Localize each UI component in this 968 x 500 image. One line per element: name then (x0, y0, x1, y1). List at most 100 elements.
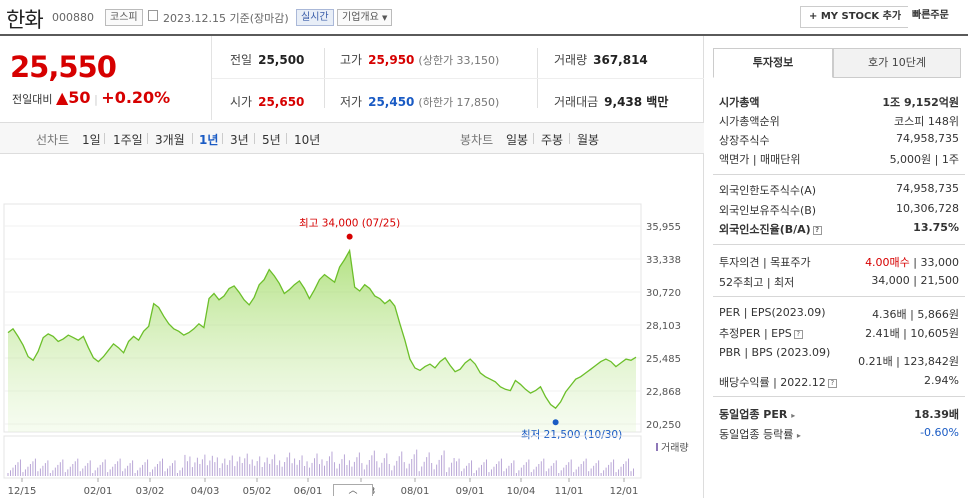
row-est-per: 추정PER | EPS? 2.41배 | 10,605원 (719, 327, 959, 340)
low-marker (552, 419, 559, 426)
y-tick-label: 30,720 (646, 288, 681, 299)
candle-weekly[interactable]: 주봉 (541, 131, 563, 148)
x-tick-label: 12/15 (8, 486, 37, 497)
chevron-right-icon[interactable]: ▸ (797, 431, 801, 440)
x-tick-label: 08/01 (401, 486, 430, 497)
separator (222, 133, 223, 144)
overview-label: 기업개요 (342, 12, 379, 23)
y-tick-label: 28,103 (646, 321, 681, 332)
stat-low: 저가 25,450 (하한가 17,850) (340, 95, 500, 109)
period-3y[interactable]: 3년 (230, 131, 249, 148)
company-overview-dropdown[interactable]: 기업개요 ▼ (337, 9, 393, 26)
period-1y[interactable]: 1년 (199, 131, 218, 148)
date-label: 2023.12.15 기준(장마감) (163, 12, 289, 25)
separator (147, 133, 148, 144)
row-dividend: 배당수익률 | 2022.12? 2.94% (719, 374, 959, 389)
high-annotation: 최고 34,000 (07/25) (299, 218, 400, 230)
chevron-right-icon[interactable]: ▸ (791, 411, 795, 420)
change-percent: +0.20% (101, 88, 171, 107)
stock-header: 한화 000880 코스피 2023.12.15 기준(장마감) 실시간 기업개… (0, 0, 968, 36)
y-tick-label: 22,868 (646, 387, 681, 398)
separator (192, 133, 193, 144)
separator (533, 133, 534, 144)
row-opinion: 투자의견 | 목표주가 4.00매수 | 33,000 (719, 256, 959, 269)
quick-order-button[interactable]: 빠른주문 (908, 6, 953, 28)
candle-chart-label: 봉차트 (460, 133, 494, 147)
row-foreign-ratio: 외국인소진율(B/A)? 13.75% (719, 221, 959, 236)
row-market-cap: 시가총액 1조 9,152억원 (719, 96, 959, 109)
candle-daily[interactable]: 일봉 (506, 131, 528, 148)
price-chart[interactable]: 35,955 33,338 30,720 28,103 25,485 22,868 20,2… (0, 154, 704, 498)
volume-legend-label: 거래량 (661, 442, 689, 454)
help-icon[interactable]: ? (793, 329, 803, 339)
prev-compare-label: 전일대비 (12, 93, 53, 106)
separator (254, 133, 255, 144)
period-3m[interactable]: 3개월 (155, 131, 185, 148)
divider (212, 78, 704, 79)
stat-high: 고가 25,950 (상한가 33,150) (340, 53, 500, 67)
row-face-value: 액면가 | 매매단위 5,000원 | 1주 (719, 153, 959, 166)
row-pbr: PBR | BPS (2023.09) 0.21배 | 123,842원 (719, 346, 959, 368)
collapse-chart-button[interactable]: ︿ (333, 484, 373, 496)
x-tick-label: 03/02 (136, 486, 165, 497)
up-triangle-icon: ▲ (55, 88, 69, 107)
period-1w[interactable]: 1주일 (113, 131, 143, 148)
add-mystock-button[interactable]: + MY STOCK 추가 (800, 6, 911, 28)
divider (713, 296, 965, 297)
price-box: 25,550 전일대비 ▲50 | +0.20% (0, 36, 212, 120)
divider (713, 174, 965, 175)
main-panel: 25,550 전일대비 ▲50 | +0.20% 전일 25,500 고가 25,9… (0, 36, 704, 498)
stat-open: 시가 25,650 (230, 95, 305, 109)
price-stats: 전일 25,500 고가 25,950 (상한가 33,150) 거래량 367,814… (212, 36, 704, 120)
tab-hoga[interactable]: 호가 10단계 (833, 48, 961, 78)
x-tick-label: 11/01 (555, 486, 584, 497)
market-tag: 코스피 (105, 9, 143, 26)
period-10y[interactable]: 10년 (294, 131, 320, 148)
info-panel: 투자정보 호가 10단계 시가총액 1조 9,152억원 시가총액순위 코스피 14… (705, 36, 968, 498)
x-tick-label: 04/03 (191, 486, 220, 497)
y-tick-label: 35,955 (646, 222, 681, 233)
divider (713, 244, 965, 245)
row-sector-per: 동일업종 PER ▸ 18.39배 (719, 408, 959, 421)
x-tick-label: 09/01 (456, 486, 485, 497)
row-sector-change: 동일업종 등락률 ▸ -0.60% (719, 426, 959, 441)
y-tick-label: 25,485 (646, 354, 681, 365)
row-market-rank: 시가총액순위 코스피 148위 (719, 115, 959, 128)
stat-prev-close: 전일 25,500 (230, 53, 305, 67)
tab-invest-info[interactable]: 투자정보 (713, 48, 833, 78)
x-tick-label: 06/01 (294, 486, 323, 497)
chevron-down-icon: ▼ (382, 14, 388, 22)
price-change: 전일대비 ▲50 | +0.20% (12, 88, 171, 107)
row-per: PER | EPS(2023.09) 4.36배 | 5,866원 (719, 306, 959, 321)
y-tick-label: 33,338 (646, 255, 681, 266)
chart-period-bar: 선차트 1일 1주일 3개월 1년 3년 5년 10년 봉차트 일봉 주봉 월봉 (0, 122, 704, 154)
help-icon[interactable]: ? (827, 378, 837, 388)
y-tick-label: 20,250 (646, 420, 681, 431)
high-marker (346, 233, 353, 240)
info-tabs: 투자정보 호가 10단계 (713, 48, 963, 78)
calendar-icon (148, 10, 158, 21)
current-price: 25,550 (10, 50, 117, 84)
stat-amount: 거래대금 9,438 백만 (554, 95, 669, 109)
help-icon[interactable]: ? (812, 225, 822, 235)
row-foreign-limit: 외국인한도주식수(A) 74,958,735 (719, 182, 959, 197)
chevron-up-icon: ︿ (348, 486, 358, 496)
volume-legend-swatch (656, 443, 658, 451)
low-annotation: 최저 21,500 (10/30) (521, 429, 622, 441)
x-tick-label: 10/04 (507, 486, 536, 497)
row-shares: 상장주식수 74,958,735 (719, 132, 959, 147)
stock-name: 한화 (6, 8, 44, 32)
separator (286, 133, 287, 144)
x-tick-label: 05/02 (243, 486, 272, 497)
divider (713, 396, 965, 397)
separator (569, 133, 570, 144)
row-52week: 52주최고 | 최저 34,000 | 21,500 (719, 274, 959, 289)
period-1d[interactable]: 1일 (82, 131, 101, 148)
stat-volume: 거래량 367,814 (554, 53, 648, 67)
separator (104, 133, 105, 144)
x-tick-label: 02/01 (84, 486, 113, 497)
candle-monthly[interactable]: 월봉 (577, 131, 599, 148)
realtime-tag[interactable]: 실시간 (296, 9, 334, 26)
period-5y[interactable]: 5년 (262, 131, 281, 148)
row-foreign-hold: 외국인보유주식수(B) 10,306,728 (719, 202, 959, 217)
